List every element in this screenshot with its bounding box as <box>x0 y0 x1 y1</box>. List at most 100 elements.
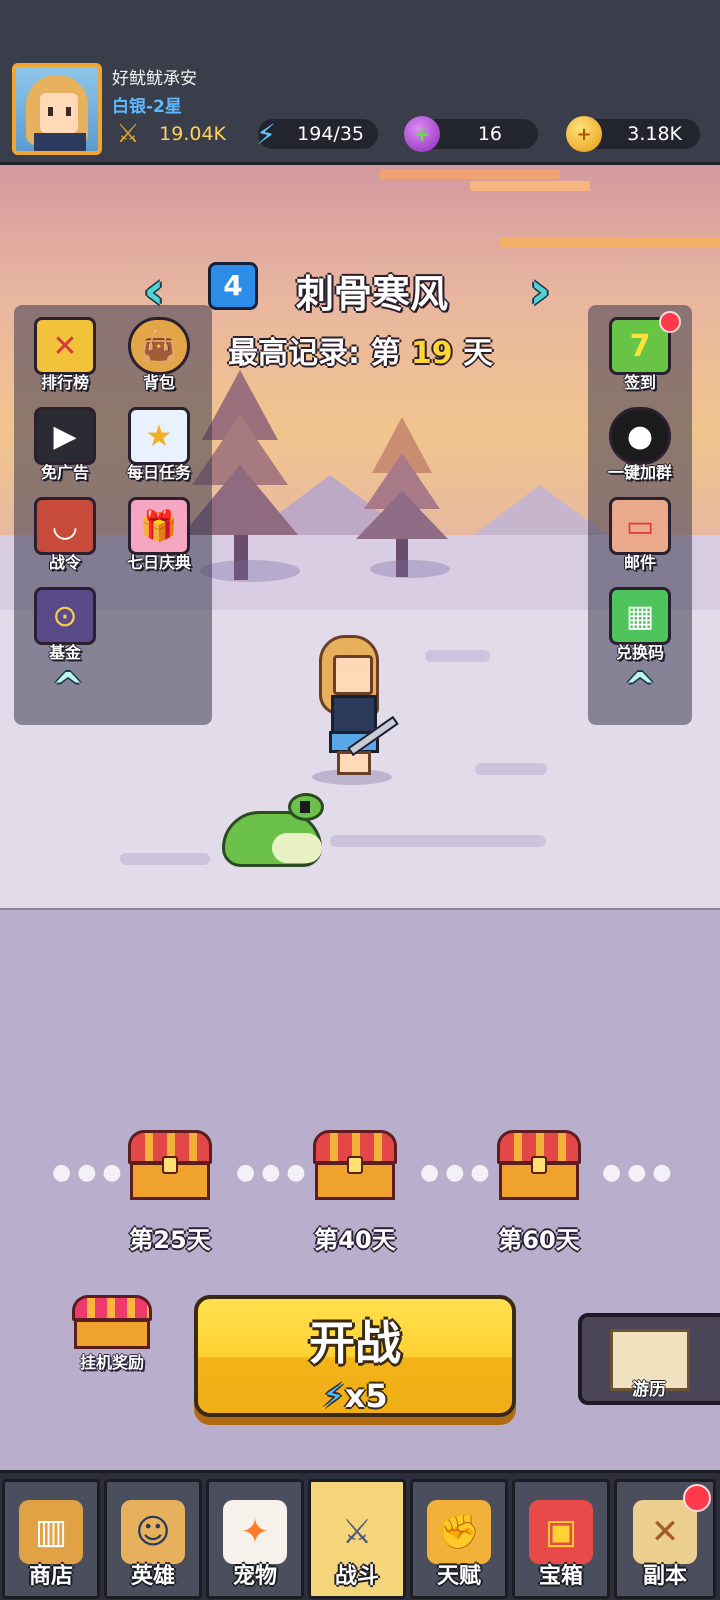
player-rank: 白银-2星 <box>112 97 182 117</box>
backpack-icon: 👜 <box>128 317 190 375</box>
tab-talent[interactable]: ✊ 天赋 <box>410 1479 508 1599</box>
best-record: 最高记录: 第 19 天 <box>228 328 493 372</box>
battle-pass-icon: ◡ <box>34 497 96 555</box>
idle-reward-chest-icon <box>72 1295 152 1349</box>
tab-chest[interactable]: ▣ 宝箱 <box>512 1479 610 1599</box>
daily-task-button[interactable]: ★ 每日任务 <box>114 407 204 483</box>
energy-bolt-icon: ⚡ <box>256 117 276 151</box>
tab-dungeon-label: 副本 <box>642 1564 687 1589</box>
gift-icon: 🎁 <box>128 497 190 555</box>
daily-task-icon: ★ <box>128 407 190 465</box>
milestone-day-label: 第25天 <box>129 1226 211 1254</box>
milestone-chest[interactable] <box>497 1130 581 1202</box>
hero-icon: ☺ <box>121 1500 185 1564</box>
seven-day-label: 七日庆典 <box>126 553 191 572</box>
gold-coin-add-icon[interactable]: + <box>566 116 602 152</box>
notification-dot <box>683 1484 711 1512</box>
daily-task-label: 每日任务 <box>126 463 191 482</box>
left-menu-panel: ✕ 排行榜 👜 背包 ▶ 免广告 ★ 每日任务 ◡ 战令 🎁 七日庆典 ⊙ 基金… <box>14 305 212 725</box>
fund-button[interactable]: ⊙ 基金 <box>20 587 110 663</box>
redeem-code-button[interactable]: ▦ 兑换码 <box>595 587 685 663</box>
bottom-navigation: ▥ 商店 ☺ 英雄 ✦ 宠物 ⚔ 战斗 ✊ 天赋 ▣ 宝箱 ✕ 副本 <box>0 1470 720 1600</box>
gem-value: 16 <box>477 123 502 145</box>
battle-cost-value: x5 <box>344 1377 388 1415</box>
pet-icon: ✦ <box>223 1500 287 1564</box>
fund-label: 基金 <box>48 643 81 662</box>
mail-label: 邮件 <box>623 553 656 572</box>
redeem-code-icon: ▦ <box>609 587 671 645</box>
swords-icon: ⚔ <box>341 1512 373 1552</box>
right-menu-panel: 7 签到 ● 一键加群 ▭ 邮件 ▦ 兑换码 ^ <box>588 305 692 725</box>
gold-value: 3.18K <box>627 123 682 145</box>
travel-label: 游历 <box>632 1380 666 1400</box>
frog-enemy <box>222 793 337 873</box>
top-status-bar: 好鱿鱿承安 白银-2星 ⚔ 19.04K ⚡ 194/35 + 16 + 3.1… <box>0 0 720 165</box>
idle-reward-label: 挂机奖励 <box>79 1353 144 1372</box>
start-battle-button[interactable]: 开战 ⚡x5 <box>194 1295 516 1417</box>
tab-battle[interactable]: ⚔ 战斗 <box>308 1479 406 1599</box>
level-number-badge: 4 <box>208 262 258 310</box>
track-dots: ●●● <box>236 1160 312 1185</box>
record-suffix: 天 <box>463 336 494 371</box>
pine-tree <box>356 417 448 577</box>
notification-dot <box>659 311 681 333</box>
gold-stat[interactable]: + 3.18K <box>566 116 700 152</box>
battle-scene: ‹ 4 刺骨寒风 › 最高记录: 第 19 天 ✕ 排行榜 👜 背包 ▶ 免广告… <box>0 165 720 1470</box>
leaderboard-button[interactable]: ✕ 排行榜 <box>20 317 110 393</box>
leaderboard-icon: ✕ <box>34 317 96 375</box>
redeem-code-label: 兑换码 <box>615 643 664 662</box>
tab-pet-label: 宠物 <box>232 1564 277 1589</box>
dungeon-map-icon: ✕ <box>633 1500 697 1564</box>
idle-reward-button[interactable]: 挂机奖励 <box>64 1295 160 1375</box>
milestone-chest[interactable] <box>128 1130 212 1202</box>
gem-add-icon[interactable]: + <box>404 116 440 152</box>
player-avatar[interactable] <box>12 63 102 155</box>
penguin-icon: ● <box>609 407 671 465</box>
record-prefix: 最高记录: 第 <box>228 336 401 371</box>
battle-pass-label: 战令 <box>48 553 81 572</box>
energy-bolt-icon: ⚡ <box>322 1377 345 1415</box>
shop-icon: ▥ <box>19 1500 83 1564</box>
mail-button[interactable]: ▭ 邮件 <box>595 497 685 573</box>
gem-stat[interactable]: + 16 <box>404 116 538 152</box>
start-battle-label: 开战 <box>309 1316 401 1370</box>
backpack-button[interactable]: 👜 背包 <box>114 317 204 393</box>
tab-hero-label: 英雄 <box>130 1564 175 1589</box>
chest-icon: ▣ <box>529 1500 593 1564</box>
energy-stat[interactable]: ⚡ 194/35 <box>256 118 378 151</box>
tab-dungeon[interactable]: ✕ 副本 <box>614 1479 716 1599</box>
milestone-day-label: 第60天 <box>498 1226 580 1254</box>
tab-shop-label: 商店 <box>28 1564 73 1589</box>
level-name: 刺骨寒风 <box>296 272 449 316</box>
battle-cost: ⚡x5 <box>198 1377 512 1415</box>
leaderboard-label: 排行榜 <box>40 373 89 392</box>
tab-shop[interactable]: ▥ 商店 <box>2 1479 100 1599</box>
talent-icon: ✊ <box>427 1500 491 1564</box>
battle-pass-button[interactable]: ◡ 战令 <box>20 497 110 573</box>
join-group-button[interactable]: ● 一键加群 <box>595 407 685 483</box>
no-ads-button[interactable]: ▶ 免广告 <box>20 407 110 483</box>
milestone-day-label: 第40天 <box>314 1226 396 1254</box>
record-days: 19 <box>410 336 453 371</box>
mail-scroll-icon: ▭ <box>609 497 671 555</box>
track-dots: ●●● <box>52 1160 128 1185</box>
hero-character <box>305 635 405 785</box>
join-group-label: 一键加群 <box>607 463 672 482</box>
collapse-right-menu-icon[interactable]: ^ <box>610 667 670 707</box>
no-ads-icon: ▶ <box>34 407 96 465</box>
checkin-button[interactable]: 7 签到 <box>595 311 685 393</box>
power-value: 19.04K <box>159 123 226 145</box>
track-dots: ●●● <box>420 1160 496 1185</box>
track-dots: ●●● <box>602 1160 678 1185</box>
energy-value: 194/35 <box>297 123 364 145</box>
milestone-chest[interactable] <box>313 1130 397 1202</box>
travel-button[interactable]: 游历 <box>578 1313 720 1405</box>
fund-safe-icon: ⊙ <box>34 587 96 645</box>
collapse-left-menu-icon[interactable]: ^ <box>38 667 98 707</box>
tab-pet[interactable]: ✦ 宠物 <box>206 1479 304 1599</box>
next-level-arrow[interactable]: › <box>518 263 562 319</box>
no-ads-label: 免广告 <box>40 463 89 482</box>
tab-hero[interactable]: ☺ 英雄 <box>104 1479 202 1599</box>
sword-power-icon: ⚔ <box>116 119 140 149</box>
seven-day-button[interactable]: 🎁 七日庆典 <box>114 497 204 573</box>
